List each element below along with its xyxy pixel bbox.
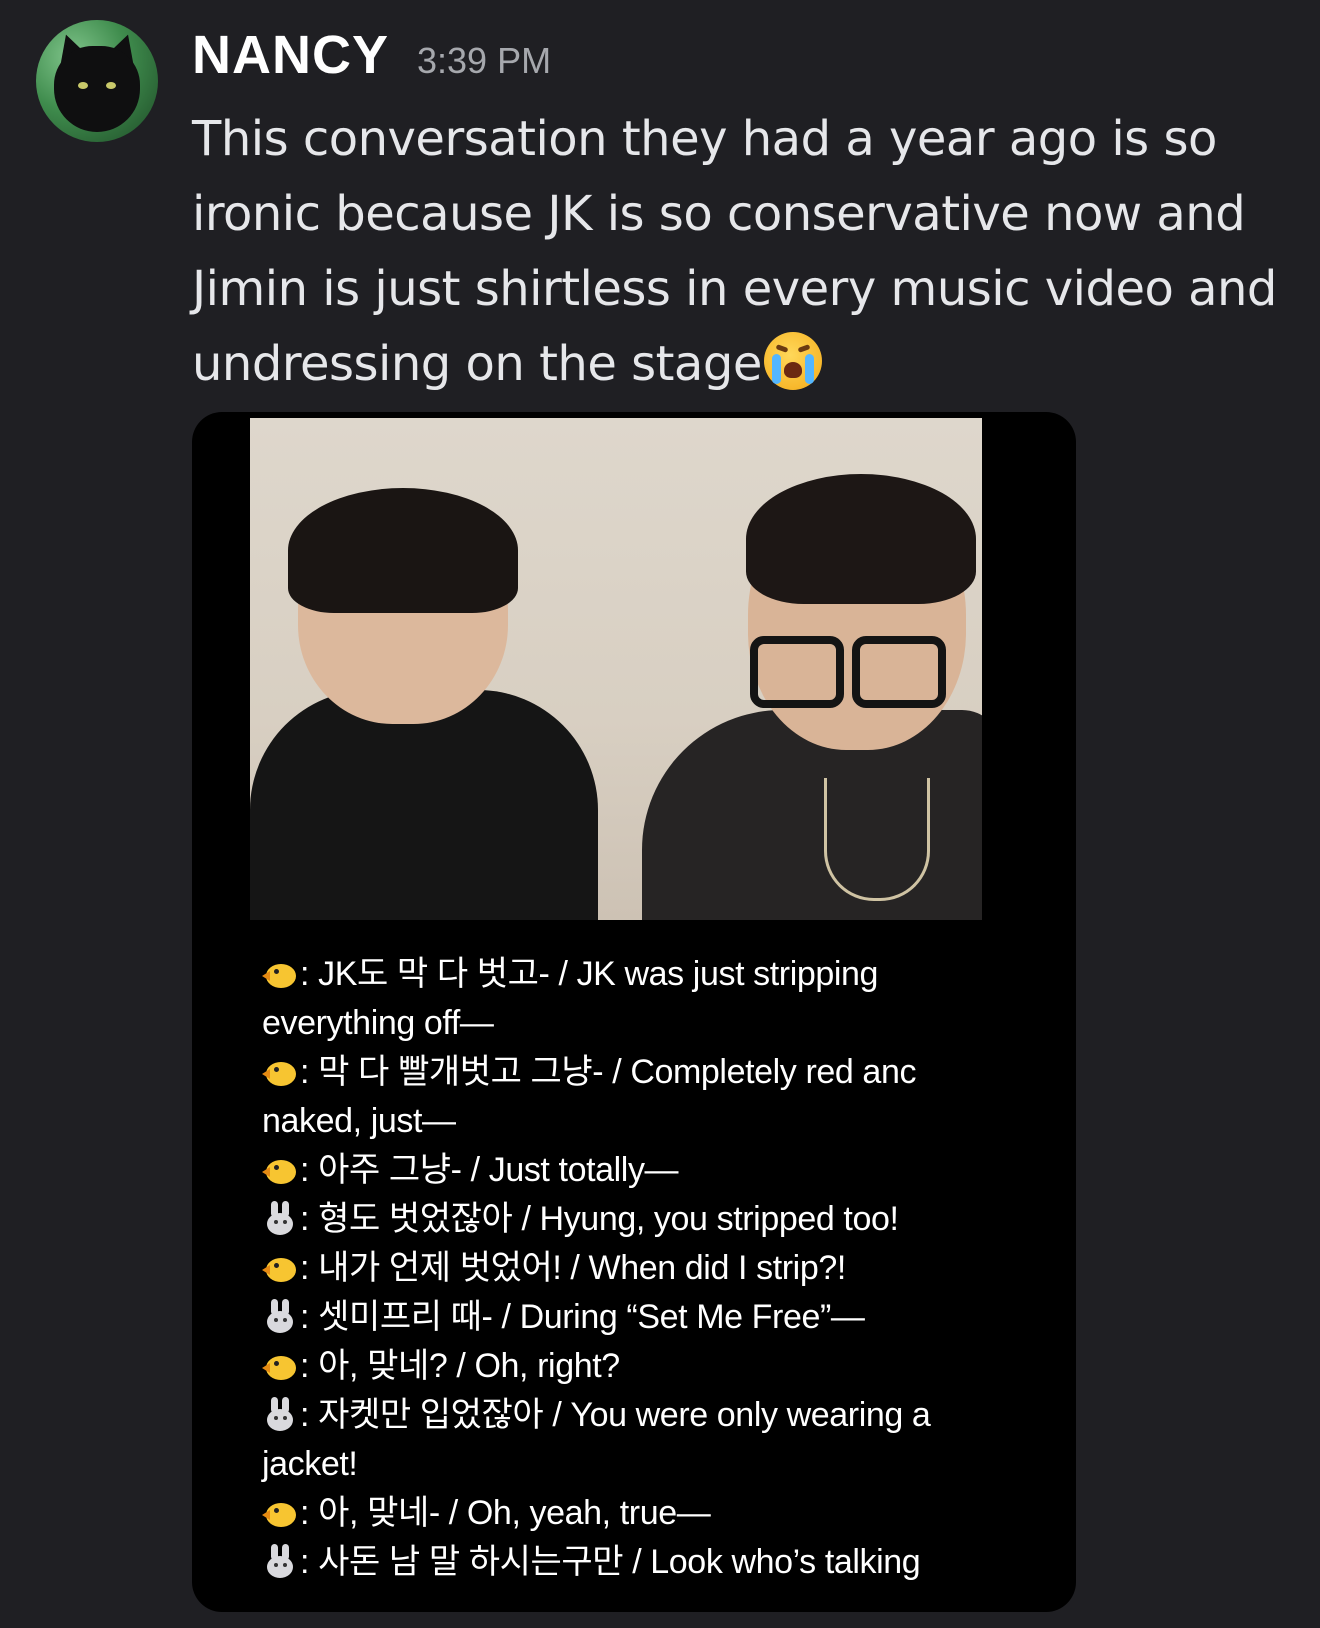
chick-emoji-icon xyxy=(262,1250,298,1284)
bunny-emoji-icon xyxy=(262,1544,298,1578)
glasses-left-lens xyxy=(750,636,844,708)
subtitle-text: : 사돈 남 말 하시는구만 / Look who’s talking xyxy=(300,1543,921,1581)
person-left-body xyxy=(250,690,598,920)
avatar-cat-eye-left xyxy=(78,82,88,89)
subtitle-text: : 아, 맞네- / Oh, yeah, true— xyxy=(300,1494,711,1532)
chick-emoji-icon xyxy=(262,1054,298,1088)
subtitle-line: : 셋미프리 때- / During “Set Me Free”— xyxy=(262,1293,952,1342)
subtitle-line: : 자켓만 입었잖아 / You were only wearing a jac… xyxy=(262,1391,952,1489)
subtitle-text: : 내가 언제 벗었어! / When did I strip?! xyxy=(300,1249,846,1287)
image-attachment[interactable]: : JK도 막 다 벗고- / JK was just stripping ev… xyxy=(192,412,1076,1612)
user-avatar[interactable] xyxy=(36,20,158,142)
chick-emoji-icon xyxy=(262,956,298,990)
avatar-cat-icon xyxy=(54,46,140,132)
subtitle-line: : 아, 맞네? / Oh, right? xyxy=(262,1342,952,1391)
subtitle-line: : 아주 그냥- / Just totally— xyxy=(262,1146,952,1195)
video-still-photo xyxy=(250,418,982,920)
username[interactable]: NANCY xyxy=(192,24,389,86)
chick-emoji-icon xyxy=(262,1495,298,1529)
message-text: This conversation they had a year ago is… xyxy=(192,111,1277,392)
message-timestamp[interactable]: 3:39 PM xyxy=(417,40,551,82)
subtitle-text: : 막 다 빨개벗고 그냥- / Completely red anc nake… xyxy=(262,1053,917,1140)
subtitle-text: : 아주 그냥- / Just totally— xyxy=(300,1151,679,1189)
subtitle-line: : 아, 맞네- / Oh, yeah, true— xyxy=(262,1489,952,1538)
chat-message: NANCY 3:39 PM This conversation they had… xyxy=(0,0,1320,1628)
crying-face-emoji-icon xyxy=(763,332,822,390)
message-header: NANCY 3:39 PM xyxy=(192,24,551,86)
subtitle-text: : 셋미프리 때- / During “Set Me Free”— xyxy=(300,1298,865,1336)
subtitle-line: : JK도 막 다 벗고- / JK was just stripping ev… xyxy=(262,950,952,1048)
chick-emoji-icon xyxy=(262,1152,298,1186)
subtitle-line: : 형도 벗었잖아 / Hyung, you stripped too! xyxy=(262,1195,952,1244)
chick-emoji-icon xyxy=(262,1348,298,1382)
avatar-cat-eye-right xyxy=(106,82,116,89)
bunny-emoji-icon xyxy=(262,1299,298,1333)
necklace xyxy=(824,778,930,901)
subtitle-line: : 사돈 남 말 하시는구만 / Look who’s talking xyxy=(262,1538,952,1587)
person-left-hair xyxy=(288,488,518,613)
message-body: This conversation they had a year ago is… xyxy=(192,102,1312,402)
glasses-right-lens xyxy=(852,636,946,708)
subtitle-text: : 형도 벗었잖아 / Hyung, you stripped too! xyxy=(300,1200,899,1238)
subtitle-text: : 자켓만 입었잖아 / You were only wearing a jac… xyxy=(262,1396,931,1483)
bunny-emoji-icon xyxy=(262,1201,298,1235)
subtitle-text: : 아, 맞네? / Oh, right? xyxy=(300,1347,620,1385)
subtitle-list: : JK도 막 다 벗고- / JK was just stripping ev… xyxy=(262,950,952,1587)
bunny-emoji-icon xyxy=(262,1397,298,1431)
subtitle-text: : JK도 막 다 벗고- / JK was just stripping ev… xyxy=(262,955,879,1042)
person-right-hair xyxy=(746,474,976,604)
subtitle-line: : 막 다 빨개벗고 그냥- / Completely red anc nake… xyxy=(262,1048,952,1146)
subtitle-line: : 내가 언제 벗었어! / When did I strip?! xyxy=(262,1244,952,1293)
